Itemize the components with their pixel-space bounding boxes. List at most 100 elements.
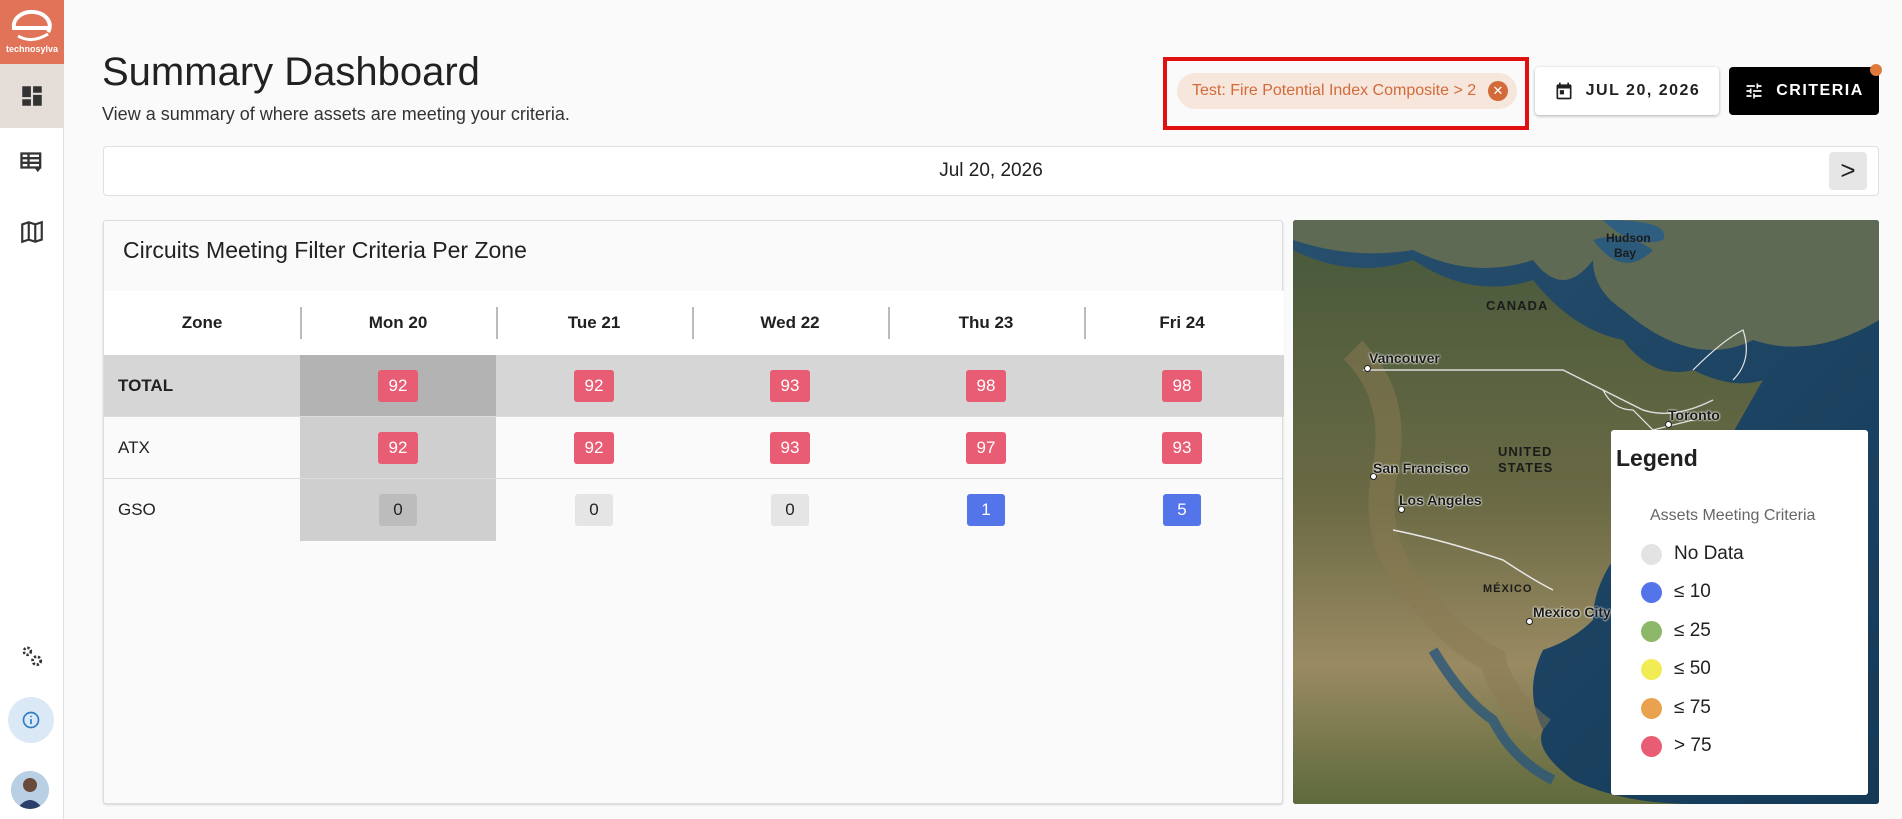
count-badge: 0 [379, 494, 417, 526]
city-label-sf: San Francisco [1373, 460, 1469, 476]
settings-icon [22, 646, 43, 667]
next-date-button[interactable]: > [1829, 152, 1867, 190]
nav-table-filter[interactable] [0, 132, 64, 196]
date-picker-button[interactable]: JUL 20, 2026 [1535, 67, 1719, 115]
table-row: TOTAL 92 92 93 98 98 [104, 355, 1284, 417]
map-label-canada: CANADA [1486, 298, 1549, 313]
table-cell[interactable]: 0 [692, 479, 888, 541]
table-cell[interactable]: 98 [888, 355, 1084, 416]
zone-table: Zone Mon 20 Tue 21 Wed 22 Thu 23 Fri 24 … [104, 291, 1284, 541]
legend-item: No Data [1641, 543, 1744, 565]
city-label-mexico-city: Mexico City [1533, 604, 1611, 620]
date-bar-label: Jul 20, 2026 [939, 160, 1043, 181]
column-header-day[interactable]: Tue 21 [496, 291, 692, 355]
map-label-states: STATES [1498, 460, 1554, 475]
info-icon [22, 711, 40, 729]
legend-swatch [1641, 697, 1662, 719]
count-badge: 93 [770, 431, 810, 464]
table-cell[interactable]: 92 [496, 355, 692, 416]
column-header-day[interactable]: Mon 20 [300, 291, 496, 355]
map-icon [21, 220, 43, 244]
legend-swatch [1641, 581, 1662, 603]
legend-label: > 75 [1674, 735, 1712, 756]
map-label-mexico: MÉXICO [1483, 583, 1533, 595]
date-button-label: JUL 20, 2026 [1585, 82, 1701, 99]
user-avatar[interactable] [11, 771, 49, 809]
table-cell[interactable]: 93 [692, 417, 888, 478]
map-legend: Legend Assets Meeting Criteria No Data ≤… [1611, 430, 1868, 795]
page-title: Summary Dashboard [102, 50, 480, 94]
sidebar: technosylva [0, 0, 64, 819]
table-title: Circuits Meeting Filter Criteria Per Zon… [123, 237, 527, 263]
nav-settings[interactable] [0, 624, 64, 688]
table-row: GSO 0 0 0 1 5 [104, 479, 1284, 541]
table-cell[interactable]: 5 [1084, 479, 1280, 541]
table-cell[interactable]: 1 [888, 479, 1084, 541]
brand-logo-icon [11, 10, 52, 41]
table-cell[interactable]: 93 [692, 355, 888, 416]
count-badge: 93 [770, 369, 810, 402]
legend-title: Legend [1616, 445, 1698, 471]
column-header-day[interactable]: Wed 22 [692, 291, 888, 355]
zone-table-card: Circuits Meeting Filter Criteria Per Zon… [103, 220, 1284, 804]
count-badge: 0 [771, 494, 809, 526]
table-cell[interactable]: 92 [496, 417, 692, 478]
legend-label: ≤ 10 [1674, 581, 1711, 602]
city-marker [1364, 365, 1371, 372]
filter-chip[interactable]: Test: Fire Potential Index Composite > 2… [1177, 73, 1517, 109]
legend-item: ≤ 10 [1641, 581, 1711, 603]
city-marker [1526, 618, 1533, 625]
legend-label: No Data [1674, 543, 1744, 564]
close-icon[interactable]: ✕ [1488, 81, 1508, 101]
legend-swatch [1641, 620, 1662, 642]
criteria-button[interactable]: CRITERIA [1729, 67, 1879, 115]
legend-swatch [1641, 735, 1662, 757]
legend-label: ≤ 75 [1674, 697, 1711, 718]
table-cell[interactable]: 98 [1084, 355, 1280, 416]
table-cell[interactable]: 92 [300, 355, 496, 416]
filter-chip-label: Test: Fire Potential Index Composite > 2 [1192, 82, 1477, 99]
legend-item: ≤ 75 [1641, 697, 1711, 719]
legend-item: > 75 [1641, 735, 1712, 757]
zone-name: TOTAL [118, 375, 174, 395]
table-cell[interactable]: 0 [300, 479, 496, 541]
avatar-icon [11, 771, 49, 809]
nav-info[interactable] [8, 697, 54, 743]
nav-dashboard[interactable] [0, 64, 64, 128]
city-label-toronto: Toronto [1668, 407, 1720, 423]
count-badge: 5 [1163, 494, 1201, 526]
column-header-day[interactable]: Fri 24 [1084, 291, 1280, 355]
table-cell[interactable]: 0 [496, 479, 692, 541]
city-label-vancouver: Vancouver [1369, 350, 1440, 366]
count-badge: 97 [966, 431, 1006, 464]
table-cell[interactable]: 92 [300, 417, 496, 478]
brand-logo[interactable]: technosylva [0, 0, 64, 64]
legend-label: ≤ 25 [1674, 620, 1711, 641]
table-cell[interactable]: 97 [888, 417, 1084, 478]
legend-label: ≤ 50 [1674, 658, 1711, 679]
count-badge: 1 [967, 494, 1005, 526]
table-row: ATX 92 92 93 97 93 [104, 417, 1284, 479]
map-label-hudson: Hudson [1606, 231, 1651, 245]
zone-name: GSO [118, 500, 156, 519]
nav-map[interactable] [0, 200, 64, 264]
page-subtitle: View a summary of where assets are meeti… [102, 104, 570, 124]
table-cell[interactable]: 93 [1084, 417, 1280, 478]
notification-dot [1870, 64, 1882, 76]
legend-swatch [1641, 658, 1662, 680]
dashboard-icon [22, 86, 42, 106]
table-filter-icon [20, 152, 42, 173]
count-badge: 92 [574, 369, 614, 402]
brand-name: technosylva [5, 44, 59, 54]
city-label-la: Los Angeles [1399, 492, 1482, 508]
count-badge: 93 [1162, 431, 1202, 464]
column-header-day[interactable]: Thu 23 [888, 291, 1084, 355]
count-badge: 92 [574, 431, 614, 464]
legend-subtitle: Assets Meeting Criteria [1650, 507, 1816, 524]
calendar-icon [1556, 82, 1572, 100]
tune-icon [1746, 83, 1762, 99]
legend-item: ≤ 50 [1641, 658, 1711, 680]
date-bar: Jul 20, 2026 > [103, 146, 1879, 196]
map-label-united: UNITED [1498, 444, 1553, 459]
count-badge: 98 [966, 369, 1006, 402]
